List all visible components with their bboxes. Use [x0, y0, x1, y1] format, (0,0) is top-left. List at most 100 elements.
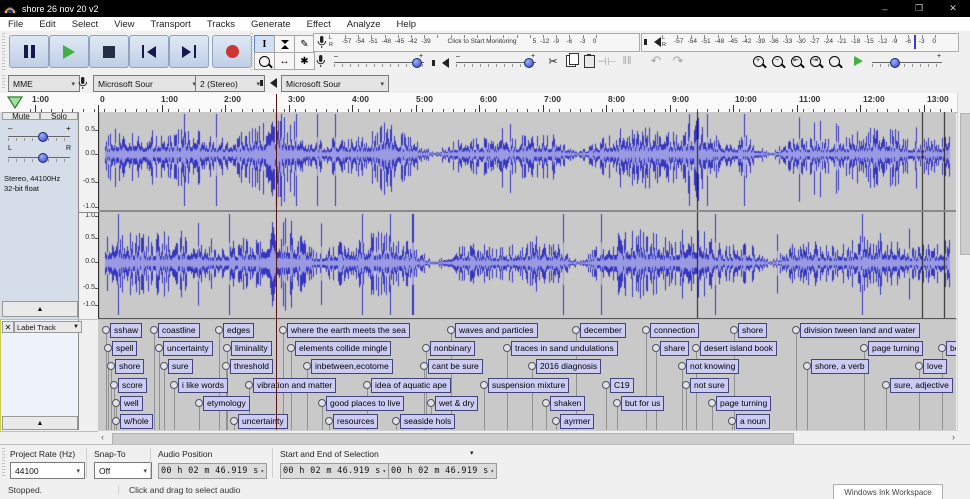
menu-analyze[interactable]: Analyze [339, 19, 389, 30]
label-handle[interactable] [503, 344, 511, 352]
audio-label[interactable]: good places to live [326, 396, 404, 411]
play-at-speed-button[interactable] [850, 53, 866, 69]
label-track-menu-button[interactable]: Label Track▼ [14, 321, 82, 333]
label-handle[interactable] [287, 344, 295, 352]
solo-button[interactable]: Solo [40, 112, 78, 120]
monitor-prompt[interactable]: Click to Start Monitoring [432, 38, 532, 45]
audio-label[interactable]: desert island book [700, 341, 777, 356]
label-handle[interactable] [652, 344, 660, 352]
menu-help[interactable]: Help [389, 19, 425, 30]
audio-label[interactable]: page turning [716, 396, 771, 411]
zoom-selection-button[interactable]: ⇤ [788, 53, 804, 69]
label-handle[interactable] [692, 344, 700, 352]
scroll-left-arrow[interactable]: ‹ [101, 432, 104, 442]
snap-to-select[interactable]: Off▾ [94, 462, 152, 479]
audio-label[interactable]: sshaw [110, 323, 142, 338]
copy-button[interactable] [563, 53, 579, 69]
trim-audio-button[interactable]: ⊣⊢ [599, 53, 615, 69]
menu-select[interactable]: Select [64, 19, 106, 30]
audio-label[interactable]: nonbinary [430, 341, 475, 356]
record-button[interactable] [212, 35, 252, 68]
slider-thumb[interactable] [412, 58, 422, 68]
label-handle[interactable] [480, 381, 488, 389]
audio-label[interactable]: coastline [158, 323, 200, 338]
audio-label[interactable]: 2016 diagnosis [536, 359, 601, 374]
label-handle[interactable] [230, 417, 238, 425]
label-handle[interactable] [104, 344, 112, 352]
label-handle[interactable] [542, 399, 550, 407]
audio-label[interactable]: score [118, 378, 147, 393]
label-handle[interactable] [318, 399, 326, 407]
audio-label[interactable]: shore [738, 323, 767, 338]
zoom-fit-button[interactable]: ⇥ [807, 53, 823, 69]
recording-channels-select[interactable]: 2 (Stereo)▾ [195, 75, 265, 92]
label-handle[interactable] [682, 381, 690, 389]
menu-view[interactable]: View [106, 19, 142, 30]
audio-label[interactable]: idea of aquatic ape [371, 378, 451, 393]
silence-audio-button[interactable]: ‖‖ [619, 53, 635, 69]
vertical-scrollbar[interactable] [957, 93, 970, 430]
label-track-collapse-button[interactable]: ▲ [2, 416, 78, 430]
label-handle[interactable] [112, 399, 120, 407]
audio-label[interactable]: ayrmer [560, 414, 594, 429]
horizontal-scrollbar[interactable]: ‹ › [98, 430, 958, 445]
label-handle[interactable] [223, 344, 231, 352]
audio-label[interactable]: be [946, 341, 956, 356]
audio-label[interactable]: share [660, 341, 689, 356]
audio-label[interactable]: w/hole [120, 414, 153, 429]
audio-label[interactable]: etymology [203, 396, 250, 411]
label-handle[interactable] [160, 362, 168, 370]
audio-label[interactable]: inbetween,ecotome [311, 359, 393, 374]
label-handle[interactable] [195, 399, 203, 407]
label-handle[interactable] [392, 417, 400, 425]
label-handle[interactable] [427, 399, 435, 407]
label-handle[interactable] [708, 399, 716, 407]
audio-label[interactable]: uncertainty [163, 341, 213, 356]
label-handle[interactable] [528, 362, 536, 370]
paste-button[interactable] [581, 53, 597, 69]
audio-label[interactable]: sure [168, 359, 193, 374]
restore-button[interactable]: ❐ [902, 0, 936, 17]
audio-label[interactable]: resources [333, 414, 378, 429]
audio-label[interactable]: wet & dry [435, 396, 478, 411]
play-button[interactable] [49, 35, 89, 68]
audio-label[interactable]: i like words [178, 378, 228, 393]
label-handle[interactable] [155, 344, 163, 352]
playback-device-select[interactable]: Microsoft Sour▾ [281, 75, 389, 92]
zoom-in-button[interactable]: + [750, 53, 766, 69]
time-shift-tool-button[interactable]: ↔ [274, 52, 295, 70]
audio-label[interactable]: seaside hols [400, 414, 455, 429]
scroll-right-arrow[interactable]: › [952, 432, 955, 442]
label-handle[interactable] [915, 362, 923, 370]
audio-label[interactable]: C19 [610, 378, 634, 393]
audio-label[interactable]: traces in sand undulations [511, 341, 618, 356]
audio-label[interactable]: suspension mixture [488, 378, 569, 393]
vertical-scale-ruler[interactable]: 0.50.0-0.5-1.01.00.50.0-0.5-1.0 [79, 112, 99, 320]
label-handle[interactable] [938, 344, 946, 352]
audio-label[interactable]: waves and particles [455, 323, 538, 338]
draw-tool-button[interactable]: ✎ [294, 35, 315, 53]
selection-end-field[interactable]: 00 h 02 m 46.919 s▾ [388, 463, 497, 479]
skip-to-end-button[interactable] [169, 35, 209, 68]
audio-label[interactable]: shore [115, 359, 144, 374]
chevron-down-icon[interactable]: ▾ [470, 449, 474, 457]
zoom-tool-button[interactable] [254, 52, 275, 70]
label-track-panel[interactable]: ✕ Label Track▼ ▲ [0, 319, 79, 430]
label-handle[interactable] [792, 326, 800, 334]
slider-thumb[interactable] [524, 58, 534, 68]
menu-effect[interactable]: Effect [299, 19, 339, 30]
track-collapse-button[interactable]: ▲ [2, 301, 78, 317]
zoom-out-button[interactable]: − [769, 53, 785, 69]
label-handle[interactable] [728, 417, 736, 425]
waveform-channel-right[interactable] [98, 212, 956, 319]
label-handle[interactable] [602, 381, 610, 389]
audio-position-field[interactable]: 00 h 02 m 46.919 s▾ [158, 463, 267, 479]
toolbar-grip[interactable] [250, 33, 253, 70]
label-handle[interactable] [325, 417, 333, 425]
slider-thumb[interactable] [890, 58, 900, 68]
menu-generate[interactable]: Generate [243, 19, 299, 30]
timeline-ruler[interactable]: 1:0001:002:003:004:005:006:007:008:009:0… [0, 93, 970, 113]
label-track-close-button[interactable]: ✕ [2, 321, 14, 333]
skip-to-start-button[interactable] [129, 35, 169, 68]
audio-label[interactable]: uncertainty [238, 414, 288, 429]
